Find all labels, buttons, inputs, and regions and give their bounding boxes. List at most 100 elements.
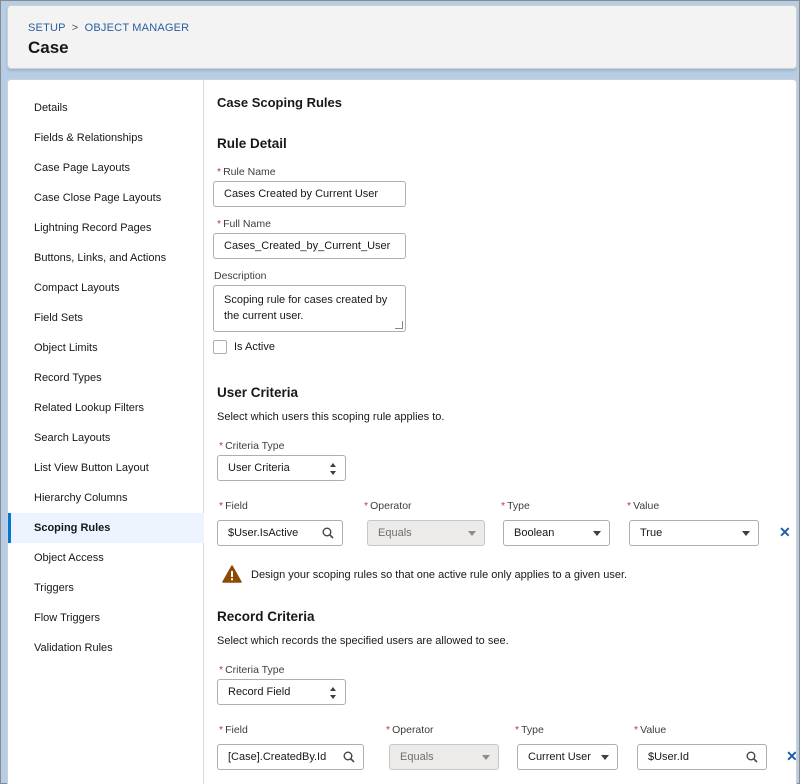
page-header: SETUP > OBJECT MANAGER Case	[7, 5, 797, 69]
rule-name-label: * Rule Name	[217, 166, 276, 178]
user-operator-value: Equals	[378, 527, 412, 539]
breadcrumb-setup-link[interactable]: SETUP	[28, 22, 65, 34]
sidebar-item-label: Lightning Record Pages	[34, 222, 152, 234]
rule-name-label-text: Rule Name	[223, 166, 276, 178]
required-marker: *	[627, 500, 632, 512]
user-operator-select: Equals	[367, 520, 485, 546]
required-marker: *	[219, 724, 224, 736]
search-icon[interactable]	[322, 527, 334, 539]
user-field-label-text: Field	[225, 500, 248, 512]
record-field-value: [Case].CreatedBy.Id	[228, 751, 327, 763]
sidebar-item-label: Search Layouts	[34, 432, 111, 444]
sidebar-item-compact-layouts[interactable]: Compact Layouts	[8, 273, 204, 303]
app-frame: SETUP > OBJECT MANAGER Case Details Fiel…	[0, 0, 800, 784]
updown-arrows-icon	[330, 686, 338, 700]
user-criteria-type-value: User Criteria	[228, 462, 290, 474]
record-type-label-text: Type	[521, 724, 544, 736]
sidebar-item-object-limits[interactable]: Object Limits	[8, 333, 204, 363]
breadcrumb-separator: >	[71, 22, 79, 34]
breadcrumb: SETUP > OBJECT MANAGER	[28, 22, 189, 34]
sidebar-item-validation-rules[interactable]: Validation Rules	[8, 633, 204, 663]
search-icon[interactable]	[746, 751, 758, 763]
record-value-label: * Value	[634, 724, 666, 736]
warning-icon	[222, 565, 242, 583]
user-criteria-type-select[interactable]: User Criteria	[217, 455, 346, 481]
sidebar-item-label: Field Sets	[34, 312, 83, 324]
sidebar-item-case-close-page-layouts[interactable]: Case Close Page Layouts	[8, 183, 204, 213]
page-section-title: Case Scoping Rules	[217, 95, 342, 110]
record-criteria-help: Select which records the specified users…	[217, 635, 509, 647]
required-marker: *	[501, 500, 506, 512]
updown-arrows-icon	[330, 462, 338, 476]
sidebar-item-details[interactable]: Details	[8, 93, 204, 123]
record-field-label: * Field	[219, 724, 248, 736]
user-criteria-heading: User Criteria	[217, 385, 299, 400]
sidebar-item-object-access[interactable]: Object Access	[8, 543, 204, 573]
sidebar-item-label: Details	[34, 102, 68, 114]
remove-user-criteria-close-icon[interactable]: ✕	[779, 524, 791, 541]
sidebar-item-fields-relationships[interactable]: Fields & Relationships	[8, 123, 204, 153]
sidebar-item-field-sets[interactable]: Field Sets	[8, 303, 204, 333]
sidebar-item-hierarchy-columns[interactable]: Hierarchy Columns	[8, 483, 204, 513]
required-marker: *	[515, 724, 520, 736]
sidebar-item-record-types[interactable]: Record Types	[8, 363, 204, 393]
sidebar-item-label: Object Access	[34, 552, 104, 564]
sidebar-item-buttons-links-actions[interactable]: Buttons, Links, and Actions	[8, 243, 204, 273]
description-textarea[interactable]: Scoping rule for cases created by the cu…	[213, 285, 406, 332]
rule-detail-heading: Rule Detail	[217, 136, 287, 151]
user-operator-label-text: Operator	[370, 500, 412, 512]
description-text: Scoping rule for cases created by the cu…	[224, 294, 388, 322]
sidebar-item-scoping-rules[interactable]: Scoping Rules	[8, 513, 204, 543]
record-type-select[interactable]: Current User	[517, 744, 618, 770]
sidebar-item-label: Buttons, Links, and Actions	[34, 252, 167, 264]
sidebar-item-label: Compact Layouts	[34, 282, 120, 294]
sidebar: Details Fields & Relationships Case Page…	[8, 80, 204, 784]
sidebar-item-label: Scoping Rules	[34, 522, 111, 534]
user-criteria-help: Select which users this scoping rule app…	[217, 411, 445, 423]
remove-record-criteria-close-icon[interactable]: ✕	[786, 748, 796, 765]
record-value-input[interactable]: $User.Id	[637, 744, 767, 770]
sidebar-item-label: Record Types	[34, 372, 102, 384]
sidebar-item-search-layouts[interactable]: Search Layouts	[8, 423, 204, 453]
user-value-select[interactable]: True	[629, 520, 759, 546]
sidebar-item-case-page-layouts[interactable]: Case Page Layouts	[8, 153, 204, 183]
rule-name-input[interactable]: Cases Created by Current User	[213, 181, 406, 207]
full-name-label: * Full Name	[217, 218, 271, 230]
search-icon[interactable]	[343, 751, 355, 763]
required-marker: *	[634, 724, 639, 736]
user-type-label-text: Type	[507, 500, 530, 512]
page-title: Case	[28, 38, 69, 57]
record-criteria-type-select[interactable]: Record Field	[217, 679, 346, 705]
full-name-label-text: Full Name	[223, 218, 271, 230]
sidebar-item-related-lookup-filters[interactable]: Related Lookup Filters	[8, 393, 204, 423]
user-type-select[interactable]: Boolean	[503, 520, 610, 546]
chevron-down-icon	[593, 531, 601, 536]
sidebar-item-label: Case Page Layouts	[34, 162, 131, 174]
content-card: Details Fields & Relationships Case Page…	[7, 79, 797, 784]
record-criteria-heading: Record Criteria	[217, 609, 315, 624]
sidebar-item-flow-triggers[interactable]: Flow Triggers	[8, 603, 204, 633]
record-field-input[interactable]: [Case].CreatedBy.Id	[217, 744, 364, 770]
full-name-input[interactable]: Cases_Created_by_Current_User	[213, 233, 406, 259]
user-type-value: Boolean	[514, 527, 555, 539]
user-value-label-text: Value	[633, 500, 660, 512]
user-field-input[interactable]: $User.IsActive	[217, 520, 343, 546]
sidebar-item-triggers[interactable]: Triggers	[8, 573, 204, 603]
record-type-value: Current User	[528, 751, 591, 763]
required-marker: *	[217, 218, 222, 230]
user-type-label: * Type	[501, 500, 530, 512]
record-criteria-type-value: Record Field	[228, 686, 291, 698]
sidebar-item-label: Case Close Page Layouts	[34, 192, 162, 204]
breadcrumb-object-manager-link[interactable]: OBJECT MANAGER	[85, 22, 190, 34]
record-operator-value: Equals	[400, 751, 434, 763]
chevron-down-icon	[468, 531, 476, 536]
sidebar-item-label: Validation Rules	[34, 642, 113, 654]
sidebar-item-lightning-record-pages[interactable]: Lightning Record Pages	[8, 213, 204, 243]
chevron-down-icon	[482, 755, 490, 760]
is-active-checkbox[interactable]	[213, 340, 227, 354]
chevron-down-icon	[742, 531, 750, 536]
record-criteria-type-label-text: Criteria Type	[225, 664, 285, 676]
resize-grip-icon[interactable]	[395, 321, 403, 329]
sidebar-item-list-view-button-layout[interactable]: List View Button Layout	[8, 453, 204, 483]
required-marker: *	[219, 440, 224, 452]
